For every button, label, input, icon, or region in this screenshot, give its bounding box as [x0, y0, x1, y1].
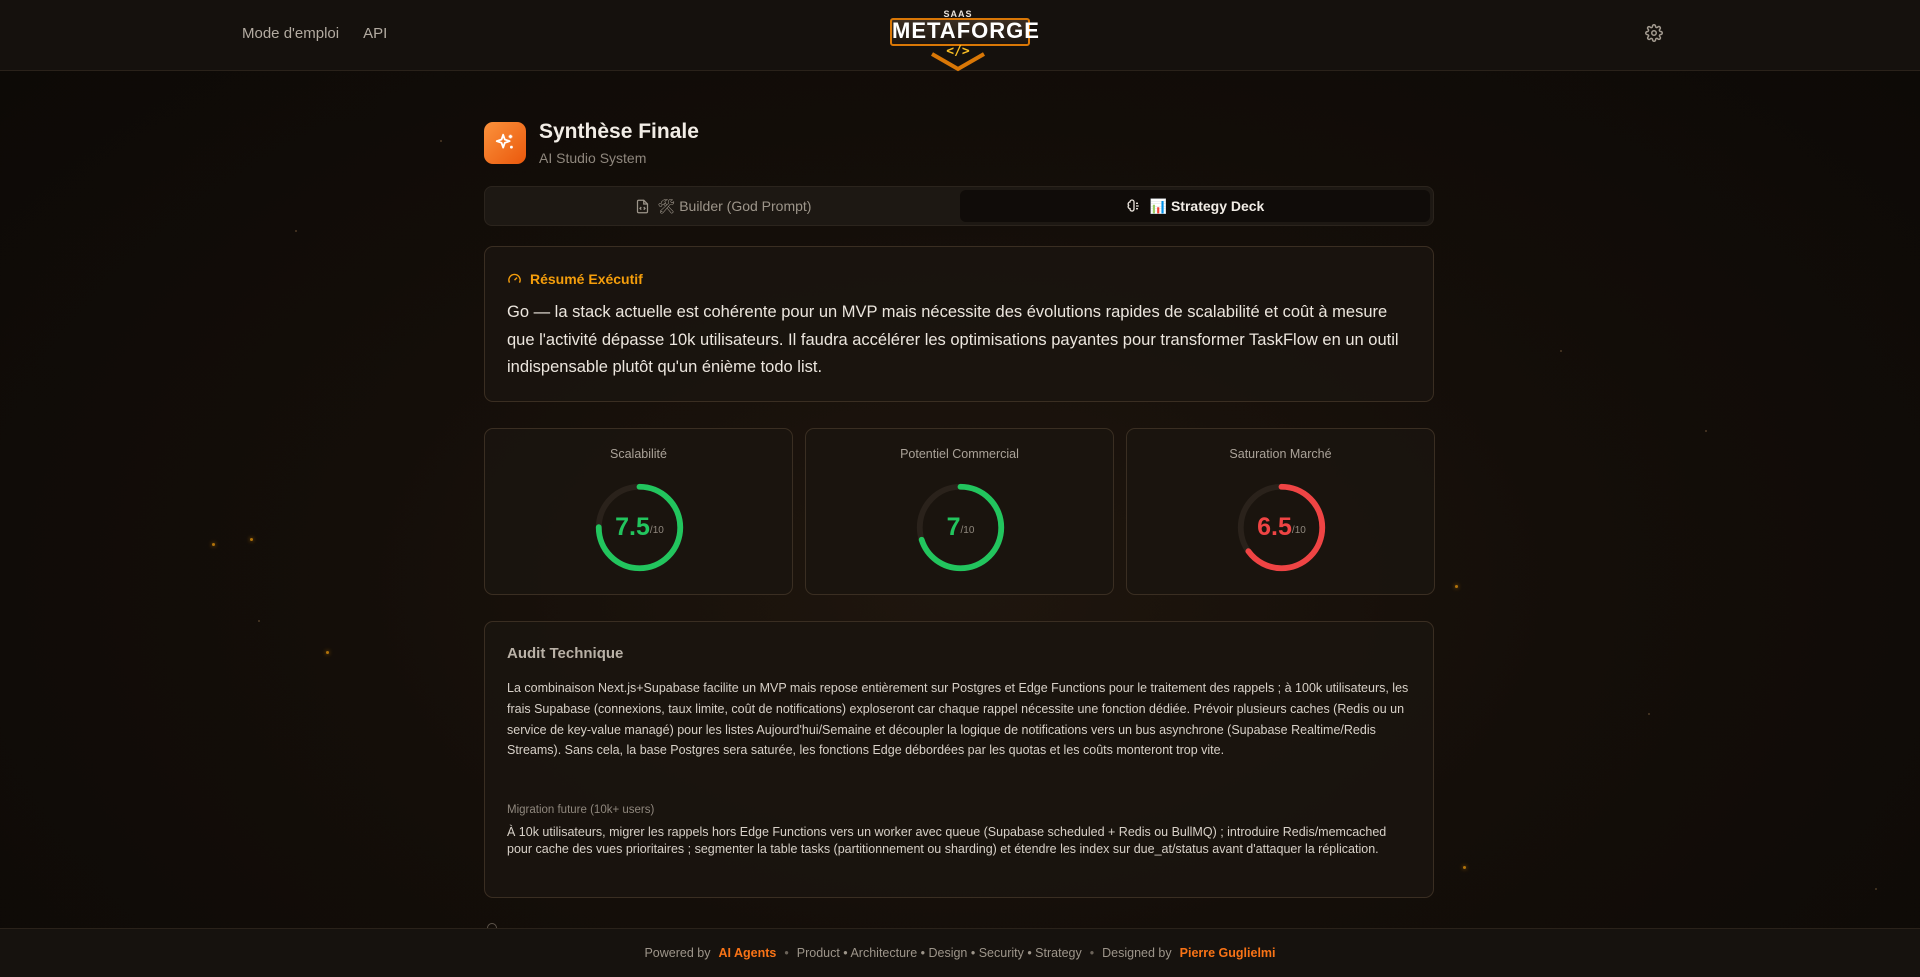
- tab-strategy-label: 📊 Strategy Deck: [1149, 197, 1265, 214]
- score-value: 7.5: [615, 513, 650, 541]
- background-particle: [440, 140, 442, 142]
- audit-title: Audit Technique: [507, 645, 624, 662]
- tab-strategy-deck[interactable]: 📊 Strategy Deck: [960, 190, 1430, 222]
- background-particle: [1463, 866, 1466, 869]
- footer-designed-by: Designed by: [1102, 946, 1172, 960]
- background-particle: [1560, 350, 1562, 352]
- logo-wordmark: METAFORGE: [890, 18, 1039, 46]
- footer-separator: •: [1089, 946, 1095, 960]
- score-gauge: 6.5 /10: [1233, 479, 1330, 576]
- score-label: Potentiel Commercial: [900, 447, 1019, 461]
- page-title: Synthèse Finale: [539, 120, 699, 143]
- score-value: 6.5: [1257, 513, 1292, 541]
- top-nav: Mode d'emploi API: [242, 25, 387, 42]
- summary-heading: Résumé Exécutif: [507, 271, 643, 287]
- tab-builder-label: 🛠 Builder (God Prompt): [657, 197, 812, 214]
- background-particle: [258, 620, 260, 622]
- score-label: Scalabilité: [610, 447, 667, 461]
- technical-audit-card: Audit Technique La combinaison Next.js+S…: [484, 621, 1434, 898]
- summary-heading-label: Résumé Exécutif: [530, 271, 643, 287]
- score-label: Saturation Marché: [1229, 447, 1332, 461]
- metaforge-logo[interactable]: SAAS METAFORGE </>: [888, 6, 1039, 72]
- footer-powered-by: Powered by: [644, 946, 711, 960]
- background-particle: [326, 651, 329, 654]
- score-unit: /10: [1291, 525, 1306, 536]
- score-card-saturation-marche: Saturation Marché 6.5 /10: [1126, 428, 1435, 595]
- score-unit: /10: [960, 525, 975, 536]
- migration-label: Migration future (10k+ users): [507, 804, 655, 816]
- view-tabs: 🛠 Builder (God Prompt) 📊 Strategy Deck: [484, 186, 1434, 226]
- background-particle: [1875, 888, 1877, 890]
- page-subtitle: AI Studio System: [539, 150, 647, 166]
- executive-summary-card: Résumé Exécutif Go — la stack actuelle e…: [484, 246, 1434, 402]
- audit-body: La combinaison Next.js+Supabase facilite…: [507, 681, 1409, 758]
- footer-agents-link[interactable]: AI Agents: [718, 946, 776, 960]
- footer-author-link[interactable]: Pierre Guglielmi: [1180, 946, 1276, 960]
- file-code-icon: [636, 199, 648, 213]
- brain-icon: [1127, 199, 1139, 212]
- score-card-scalabilite: Scalabilité 7.5 /10: [484, 428, 793, 595]
- background-particle: [1648, 713, 1650, 715]
- sparkles-icon: [484, 122, 526, 164]
- gear-icon[interactable]: [1645, 24, 1663, 42]
- background-particle: [1705, 430, 1707, 432]
- nav-link-api[interactable]: API: [363, 25, 387, 42]
- score-card-potentiel-commercial: Potentiel Commercial 7 /10: [805, 428, 1114, 595]
- migration-body: À 10k utilisateurs, migrer les rappels h…: [507, 825, 1387, 856]
- gauge-icon: [508, 273, 521, 283]
- footer: Powered by AI Agents • Product • Archite…: [0, 928, 1920, 977]
- footer-separator: •: [784, 946, 789, 960]
- score-unit: /10: [649, 525, 664, 536]
- footer-roles: Product • Architecture • Design • Securi…: [796, 946, 1082, 960]
- logo-chevron-icon: [931, 52, 985, 72]
- score-value: 7: [946, 513, 961, 541]
- background-particle: [250, 538, 253, 541]
- background-particle: [212, 543, 215, 546]
- score-gauge: 7 /10: [912, 479, 1009, 576]
- tab-builder[interactable]: 🛠 Builder (God Prompt): [488, 190, 958, 222]
- nav-link-mode-emploi[interactable]: Mode d'emploi: [242, 25, 339, 42]
- top-navbar: Mode d'emploi API SAAS METAFORGE </>: [0, 0, 1920, 72]
- background-particle: [295, 230, 297, 232]
- summary-text: Go — la stack actuelle est cohérente pou…: [507, 303, 1399, 376]
- score-gauge: 7.5 /10: [591, 479, 688, 576]
- background-particle: [1455, 585, 1458, 588]
